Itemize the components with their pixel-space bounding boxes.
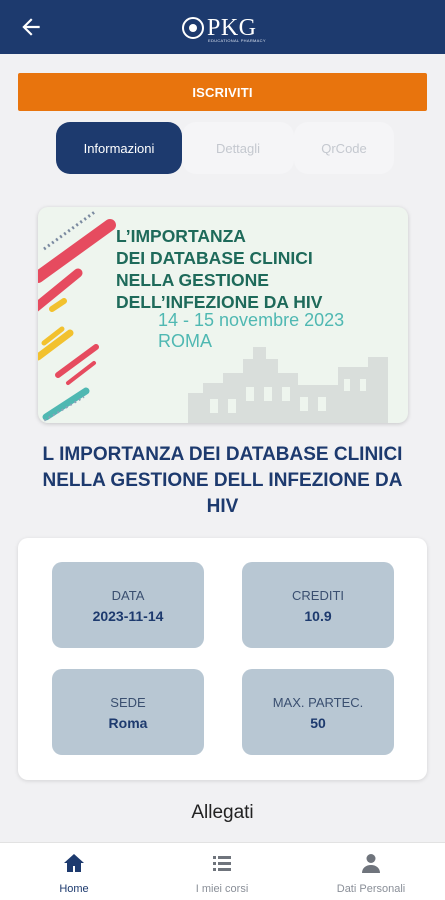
home-icon	[64, 854, 84, 872]
tab-dettagli[interactable]: Dettagli	[182, 122, 294, 174]
info-tile-credits: CREDITI 10.9	[242, 562, 394, 648]
attachments-heading: Allegati	[191, 802, 254, 823]
tab-informazioni[interactable]: Informazioni	[56, 122, 182, 174]
nav-home[interactable]: Home	[0, 843, 148, 900]
max-participants-value: 50	[310, 715, 326, 731]
banner-title-line: NELLA GESTIONE	[116, 270, 269, 290]
bottom-navigation: Home I miei corsi Dati Personali	[0, 842, 445, 900]
info-tile-venue: SEDE Roma	[52, 669, 204, 755]
nav-my-courses-label: I miei corsi	[195, 883, 249, 895]
venue-value: Roma	[108, 715, 148, 731]
max-participants-label: MAX. PARTEC.	[272, 695, 364, 710]
banner-date: 14 - 15 novembre 2023	[158, 310, 345, 330]
list-icon	[213, 856, 231, 871]
banner-title-line: DEI DATABASE CLINICI	[116, 248, 313, 268]
info-tile-max-participants: MAX. PARTEC. 50	[242, 669, 394, 755]
back-arrow-icon[interactable]	[18, 14, 44, 40]
person-icon	[362, 854, 380, 873]
course-info-card: DATA 2023-11-14 CREDITI 10.9 SEDE Roma M…	[18, 538, 427, 780]
tab-qrcode[interactable]: QrCode	[294, 122, 394, 174]
date-label: DATA	[111, 588, 145, 603]
banner-title-line: L’IMPORTANZA	[116, 226, 246, 246]
venue-label: SEDE	[110, 695, 146, 710]
pkg-logo: PKG EDUCATIONAL PHARMACY	[182, 8, 265, 48]
nav-home-label: Home	[59, 883, 89, 895]
app-header: PKG EDUCATIONAL PHARMACY	[0, 0, 445, 54]
logo-subtitle: EDUCATIONAL PHARMACY	[208, 38, 266, 43]
nav-personal-data-label: Dati Personali	[336, 883, 406, 895]
banner-title: L’IMPORTANZA DEI DATABASE CLINICI NELLA …	[116, 225, 322, 313]
tab-bar: Informazioni Dettagli QrCode	[56, 122, 394, 174]
credits-label: CREDITI	[292, 588, 344, 603]
nav-personal-data[interactable]: Dati Personali	[297, 843, 445, 900]
credits-value: 10.9	[304, 608, 332, 624]
course-banner-image: L’IMPORTANZA DEI DATABASE CLINICI NELLA …	[38, 207, 408, 423]
logo-text: PKG	[207, 15, 257, 41]
nav-my-courses[interactable]: I miei corsi	[148, 843, 296, 900]
subscribe-button[interactable]: ISCRIVITI	[18, 73, 427, 111]
info-tile-date: DATA 2023-11-14	[52, 562, 204, 648]
course-title: L IMPORTANZA DEI DATABASE CLINICI NELLA …	[42, 444, 403, 517]
banner-city: ROMA	[158, 331, 212, 351]
logo-gear-icon	[182, 17, 204, 39]
date-value: 2023-11-14	[92, 608, 164, 624]
